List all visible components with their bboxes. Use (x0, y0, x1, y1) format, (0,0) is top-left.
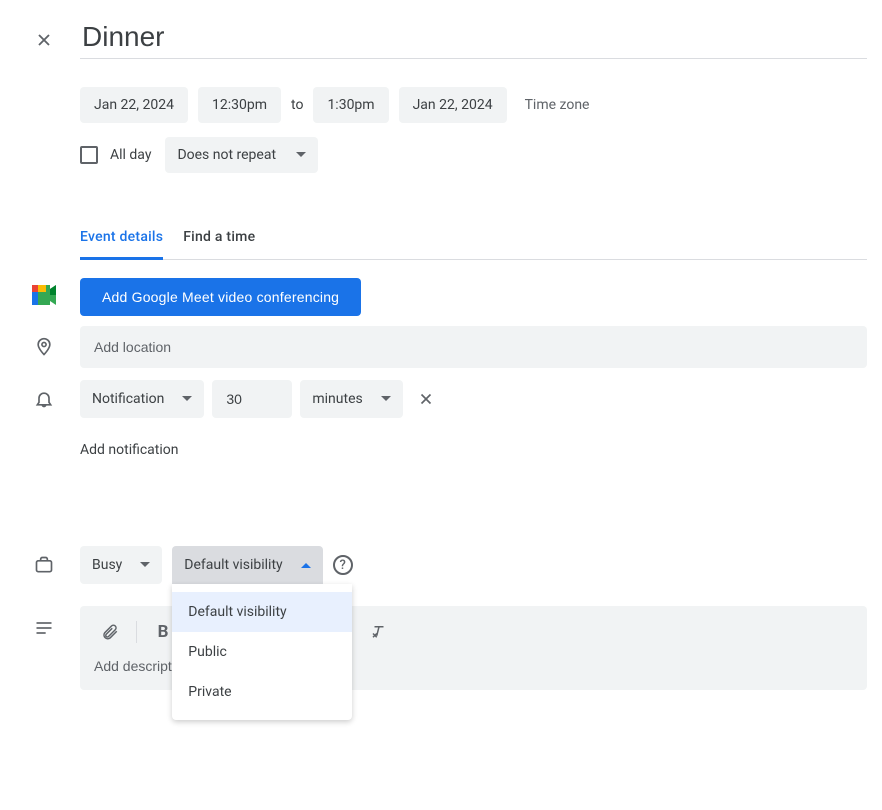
notification-type-label: Notification (92, 391, 164, 407)
chevron-down-icon (182, 396, 192, 402)
help-icon[interactable]: ? (333, 555, 353, 575)
visibility-label: Default visibility (184, 557, 282, 573)
tab-event-details[interactable]: Event details (80, 229, 163, 260)
visibility-menu: Default visibility Public Private (172, 584, 352, 720)
timezone-link[interactable]: Time zone (525, 97, 590, 113)
description-icon (32, 616, 56, 640)
visibility-option-public[interactable]: Public (172, 632, 352, 672)
clear-formatting-button[interactable] (363, 616, 395, 648)
visibility-option-private[interactable]: Private (172, 672, 352, 712)
visibility-dropdown[interactable]: Default visibility Default visibility Pu… (172, 546, 322, 584)
toolbar-separator (136, 621, 137, 643)
all-day-checkbox[interactable]: All day (80, 146, 151, 164)
remove-notification-button[interactable] (411, 384, 441, 414)
google-meet-icon (32, 285, 56, 309)
add-google-meet-button[interactable]: Add Google Meet video conferencing (80, 278, 361, 316)
end-time-chip[interactable]: 1:30pm (313, 87, 388, 123)
notification-unit-label: minutes (312, 391, 362, 407)
end-date-chip[interactable]: Jan 22, 2024 (399, 87, 507, 123)
repeat-dropdown[interactable]: Does not repeat (165, 137, 318, 173)
notification-unit-dropdown[interactable]: minutes (300, 380, 402, 418)
bell-icon (32, 387, 56, 411)
tab-find-a-time[interactable]: Find a time (183, 229, 255, 260)
add-notification-link[interactable]: Add notification (80, 442, 867, 458)
chevron-down-icon (381, 396, 391, 402)
location-input[interactable] (80, 326, 867, 368)
chevron-up-icon (301, 562, 311, 568)
location-icon (32, 335, 56, 359)
to-label: to (291, 97, 303, 113)
all-day-label: All day (110, 147, 151, 163)
attachment-button[interactable] (94, 616, 126, 648)
notification-type-dropdown[interactable]: Notification (80, 380, 204, 418)
chevron-down-icon (296, 152, 306, 158)
visibility-option-default[interactable]: Default visibility (172, 592, 352, 632)
notification-value-input[interactable] (212, 380, 292, 418)
chevron-down-icon (140, 562, 150, 568)
briefcase-icon (32, 553, 56, 577)
event-title-input[interactable] (80, 20, 867, 54)
start-date-chip[interactable]: Jan 22, 2024 (80, 87, 188, 123)
close-icon[interactable] (32, 28, 56, 52)
start-time-chip[interactable]: 12:30pm (198, 87, 281, 123)
repeat-label: Does not repeat (177, 147, 276, 163)
busy-label: Busy (92, 557, 122, 573)
busy-dropdown[interactable]: Busy (80, 546, 162, 584)
